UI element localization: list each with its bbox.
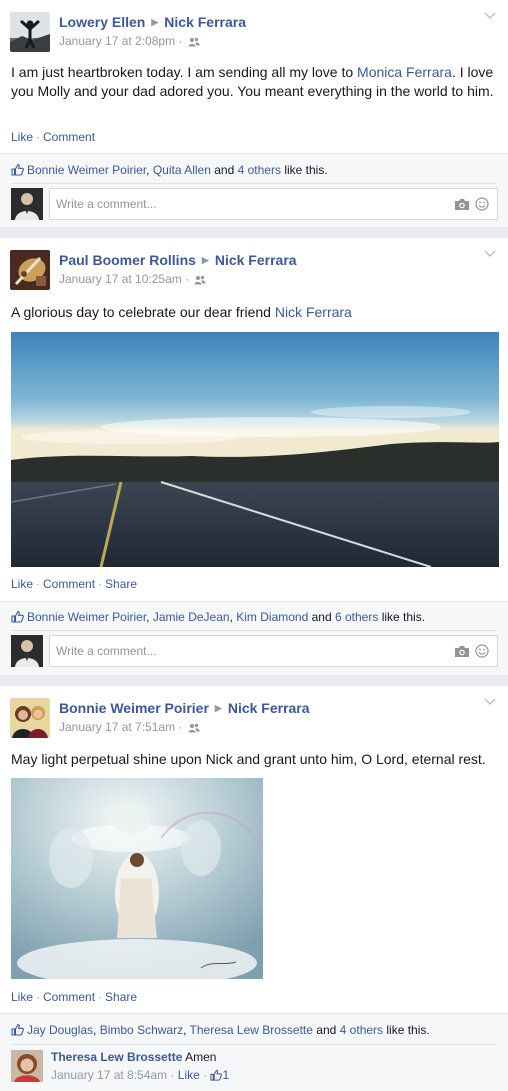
- divider: [11, 630, 497, 631]
- triangle-right-icon: ▶: [151, 17, 159, 27]
- triangle-right-icon: ▶: [201, 255, 209, 265]
- comment-button[interactable]: Comment: [43, 990, 95, 1004]
- tagged-person-link[interactable]: Nick Ferrara: [275, 304, 352, 320]
- thumbs-up-icon: [210, 1069, 223, 1081]
- likes-summary: Bonnie Weimer Poirier, Jamie DeJean, Kim…: [11, 610, 425, 624]
- comment-placeholder: Write a comment...: [56, 197, 157, 211]
- others-link[interactable]: 4 others: [238, 163, 281, 177]
- comment-body: Theresa Lew Brossette Amen: [51, 1050, 216, 1064]
- ufi-section: Jay Douglas, Bimbo Schwarz, Theresa Lew …: [0, 1013, 508, 1091]
- liker-link[interactable]: Bimbo Schwarz: [100, 1023, 183, 1037]
- post-timestamp[interactable]: January 17 at 2:08pm: [59, 34, 175, 48]
- others-link[interactable]: 4 others: [340, 1023, 383, 1037]
- others-link[interactable]: 6 others: [335, 610, 378, 624]
- post-actions: Like · Comment: [11, 130, 96, 144]
- post-text: I am just heartbroken today. I am sendin…: [11, 64, 494, 99]
- liker-link[interactable]: Theresa Lew Brossette: [190, 1023, 313, 1037]
- post-actions: Like · Comment · Share: [11, 577, 138, 591]
- chevron-down-icon[interactable]: [484, 12, 496, 20]
- comment-meta: January 17 at 8:54am · Like · 1: [51, 1068, 230, 1082]
- post-title: Paul Boomer Rollins ▶ Nick Ferrara: [59, 252, 297, 268]
- friends-privacy-icon[interactable]: [188, 723, 200, 733]
- comment-like-button[interactable]: Like: [178, 1068, 200, 1082]
- comment-timestamp[interactable]: January 17 at 8:54am: [51, 1068, 167, 1082]
- target-name[interactable]: Nick Ferrara: [228, 700, 310, 716]
- post-text: May light perpetual shine upon Nick and …: [11, 751, 486, 767]
- comment-text: Amen: [185, 1050, 217, 1064]
- share-button[interactable]: Share: [105, 990, 137, 1004]
- chevron-down-icon[interactable]: [484, 250, 496, 258]
- post-timestamp[interactable]: January 17 at 10:25am: [59, 272, 182, 286]
- commenter-avatar[interactable]: [11, 1050, 43, 1082]
- ufi-section: Bonnie Weimer Poirier, Quita Allen and 4…: [0, 153, 508, 227]
- feed-post: Bonnie Weimer Poirier ▶ Nick Ferrara Janua…: [0, 686, 508, 1091]
- comment-input[interactable]: Write a comment...: [49, 635, 498, 667]
- thumbs-up-icon: [11, 163, 24, 176]
- post-text: A glorious day to celebrate our dear fri…: [11, 304, 352, 320]
- liker-link[interactable]: Jamie DeJean: [153, 610, 230, 624]
- post-timestamp[interactable]: January 17 at 7:51am: [59, 720, 175, 734]
- target-name[interactable]: Nick Ferrara: [164, 14, 246, 30]
- comment-like-count[interactable]: 1: [222, 1068, 229, 1082]
- feed-post: Paul Boomer Rollins ▶ Nick Ferrara January…: [0, 238, 508, 675]
- divider: [11, 183, 497, 184]
- liker-link[interactable]: Kim Diamond: [236, 610, 308, 624]
- camera-icon[interactable]: [454, 198, 470, 211]
- emoji-icon[interactable]: [475, 197, 489, 211]
- author-name[interactable]: Paul Boomer Rollins: [59, 252, 196, 268]
- viewer-avatar: [11, 635, 43, 667]
- author-avatar[interactable]: [10, 12, 50, 52]
- liker-link[interactable]: Jay Douglas: [27, 1023, 93, 1037]
- comment-placeholder: Write a comment...: [56, 644, 157, 658]
- comment-input[interactable]: Write a comment...: [49, 188, 498, 220]
- comment-button[interactable]: Comment: [43, 130, 95, 144]
- post-title: Lowery Ellen ▶ Nick Ferrara: [59, 14, 246, 30]
- feed-post: Lowery Ellen ▶ Nick Ferrara January 17 at …: [0, 0, 508, 227]
- share-button[interactable]: Share: [105, 577, 137, 591]
- likes-summary: Jay Douglas, Bimbo Schwarz, Theresa Lew …: [11, 1023, 430, 1037]
- viewer-avatar: [11, 188, 43, 220]
- likes-summary: Bonnie Weimer Poirier, Quita Allen and 4…: [11, 163, 328, 177]
- camera-icon[interactable]: [454, 645, 470, 658]
- post-photo[interactable]: [11, 778, 263, 979]
- post-meta: January 17 at 10:25am ·: [59, 272, 207, 286]
- post-meta: January 17 at 2:08pm ·: [59, 34, 200, 48]
- liker-link[interactable]: Bonnie Weimer Poirier: [27, 610, 146, 624]
- liker-link[interactable]: Bonnie Weimer Poirier: [27, 163, 146, 177]
- author-avatar[interactable]: [10, 698, 50, 738]
- commenter-name[interactable]: Theresa Lew Brossette: [51, 1050, 182, 1064]
- author-avatar[interactable]: [10, 250, 50, 290]
- ufi-section: Bonnie Weimer Poirier, Jamie DeJean, Kim…: [0, 601, 508, 675]
- triangle-right-icon: ▶: [214, 703, 222, 713]
- emoji-icon[interactable]: [475, 644, 489, 658]
- liker-link[interactable]: Quita Allen: [153, 163, 211, 177]
- divider: [11, 1044, 497, 1045]
- author-name[interactable]: Lowery Ellen: [59, 14, 145, 30]
- friends-privacy-icon[interactable]: [194, 275, 207, 285]
- chevron-down-icon[interactable]: [484, 698, 496, 706]
- like-button[interactable]: Like: [11, 577, 33, 591]
- post-meta: January 17 at 7:51am ·: [59, 720, 200, 734]
- tagged-person-link[interactable]: Monica Ferrara: [357, 64, 452, 80]
- thumbs-up-icon: [11, 610, 24, 623]
- post-actions: Like · Comment · Share: [11, 990, 138, 1004]
- thumbs-up-icon: [11, 1023, 24, 1036]
- comment-button[interactable]: Comment: [43, 577, 95, 591]
- friends-privacy-icon[interactable]: [188, 37, 200, 47]
- like-button[interactable]: Like: [11, 990, 33, 1004]
- target-name[interactable]: Nick Ferrara: [215, 252, 297, 268]
- post-title: Bonnie Weimer Poirier ▶ Nick Ferrara: [59, 700, 310, 716]
- author-name[interactable]: Bonnie Weimer Poirier: [59, 700, 209, 716]
- post-photo[interactable]: [11, 332, 499, 567]
- like-button[interactable]: Like: [11, 130, 33, 144]
